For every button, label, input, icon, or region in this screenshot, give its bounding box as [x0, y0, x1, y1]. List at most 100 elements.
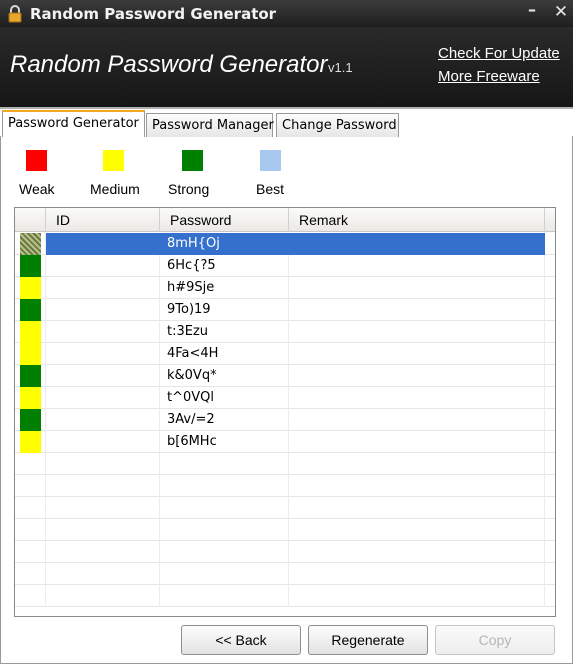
tab-strip: Password Generator Password Manager Chan… — [0, 110, 573, 137]
id-cell — [46, 409, 160, 431]
id-cell — [46, 475, 160, 497]
strength-cell — [15, 365, 46, 387]
remark-cell — [289, 365, 545, 387]
strength-cell — [15, 497, 46, 519]
password-cell — [160, 475, 289, 497]
id-cell — [46, 387, 160, 409]
strength-cell — [15, 255, 46, 277]
app-version: v1.1 — [328, 60, 353, 75]
copy-button[interactable]: Copy — [435, 625, 555, 655]
remark-cell — [289, 277, 545, 299]
strength-swatch — [20, 387, 41, 409]
legend-best-label: Best — [256, 181, 285, 197]
password-cell: t:3Ezu — [160, 321, 289, 343]
app-banner: Random Password Generator v1.1 Check For… — [0, 27, 573, 109]
tab-password-generator[interactable]: Password Generator — [2, 110, 145, 137]
table-row[interactable]: 4Fa<4H — [15, 343, 555, 365]
back-button[interactable]: << Back — [181, 625, 301, 655]
strength-swatch — [20, 277, 41, 299]
header-id[interactable]: ID — [46, 208, 160, 232]
strength-swatch — [20, 431, 41, 453]
regenerate-button[interactable]: Regenerate — [308, 625, 428, 655]
table-row[interactable]: 9To)19 — [15, 299, 555, 321]
header-strength[interactable] — [15, 208, 46, 232]
strength-cell — [15, 563, 46, 585]
strength-cell — [15, 585, 46, 607]
remark-cell — [289, 255, 545, 277]
strength-swatch — [20, 299, 41, 321]
strength-cell — [15, 431, 46, 453]
check-for-update-link[interactable]: Check For Update — [438, 45, 560, 62]
id-cell — [46, 233, 160, 255]
table-row[interactable]: k&0Vq* — [15, 365, 555, 387]
password-cell: 9To)19 — [160, 299, 289, 321]
password-cell — [160, 497, 289, 519]
table-row[interactable]: b[6MHc — [15, 431, 555, 453]
close-icon[interactable]: ✕ — [551, 2, 571, 22]
legend-weak-label: Weak — [19, 181, 55, 197]
password-table[interactable]: ID Password Remark 8mH{Oj 6Hc{?5 h#9Sje 9To… — [14, 207, 556, 617]
remark-cell — [289, 299, 545, 321]
strength-swatch — [20, 343, 41, 365]
more-freeware-link[interactable]: More Freeware — [438, 68, 540, 85]
legend-best-swatch — [260, 150, 281, 171]
password-cell: k&0Vq* — [160, 365, 289, 387]
id-cell — [46, 431, 160, 453]
strength-cell — [15, 541, 46, 563]
remark-cell — [289, 519, 545, 541]
strength-cell — [15, 409, 46, 431]
password-cell — [160, 519, 289, 541]
strength-cell — [15, 387, 46, 409]
password-cell: 3Av/=2 — [160, 409, 289, 431]
legend-weak-swatch — [26, 150, 47, 171]
app-title: Random Password Generator — [10, 51, 328, 78]
password-cell: 6Hc{?5 — [160, 255, 289, 277]
table-row[interactable]: t:3Ezu — [15, 321, 555, 343]
remark-cell — [289, 409, 545, 431]
remark-cell — [289, 431, 545, 453]
strength-swatch — [20, 365, 41, 387]
password-cell: t^0VQl — [160, 387, 289, 409]
strength-cell — [15, 475, 46, 497]
legend-strong-label: Strong — [168, 181, 210, 197]
empty-table-row — [15, 563, 555, 585]
empty-table-row — [15, 497, 555, 519]
table-row[interactable]: t^0VQl — [15, 387, 555, 409]
minimize-icon[interactable]: – — [522, 0, 542, 19]
strength-cell — [15, 519, 46, 541]
remark-cell — [289, 453, 545, 475]
window-title: Random Password Generator — [30, 4, 277, 23]
id-cell — [46, 497, 160, 519]
password-cell: 4Fa<4H — [160, 343, 289, 365]
id-cell — [46, 453, 160, 475]
table-row[interactable]: 6Hc{?5 — [15, 255, 555, 277]
id-cell — [46, 277, 160, 299]
empty-table-row — [15, 475, 555, 497]
remark-cell — [289, 497, 545, 519]
strength-swatch — [20, 409, 41, 431]
lock-icon — [8, 4, 22, 22]
remark-cell — [289, 321, 545, 343]
empty-table-row — [15, 585, 555, 607]
table-header: ID Password Remark — [15, 208, 555, 232]
strength-cell — [15, 321, 46, 343]
remark-cell — [289, 541, 545, 563]
header-remark[interactable]: Remark — [289, 208, 545, 232]
empty-table-row — [15, 453, 555, 475]
legend-strong-swatch — [182, 150, 203, 171]
header-password[interactable]: Password — [160, 208, 289, 232]
strength-swatch — [20, 255, 41, 277]
tab-password-manager[interactable]: Password Manager — [146, 113, 274, 137]
strength-cell — [15, 453, 46, 475]
id-cell — [46, 519, 160, 541]
table-row[interactable]: 3Av/=2 — [15, 409, 555, 431]
password-cell: b[6MHc — [160, 431, 289, 453]
table-row[interactable]: h#9Sje — [15, 277, 555, 299]
id-cell — [46, 541, 160, 563]
id-cell — [46, 321, 160, 343]
remark-cell — [289, 585, 545, 607]
title-bar: Random Password Generator – ✕ — [0, 0, 573, 27]
tab-change-password[interactable]: Change Password — [276, 113, 399, 137]
id-cell — [46, 299, 160, 321]
table-row[interactable]: 8mH{Oj — [15, 233, 555, 255]
